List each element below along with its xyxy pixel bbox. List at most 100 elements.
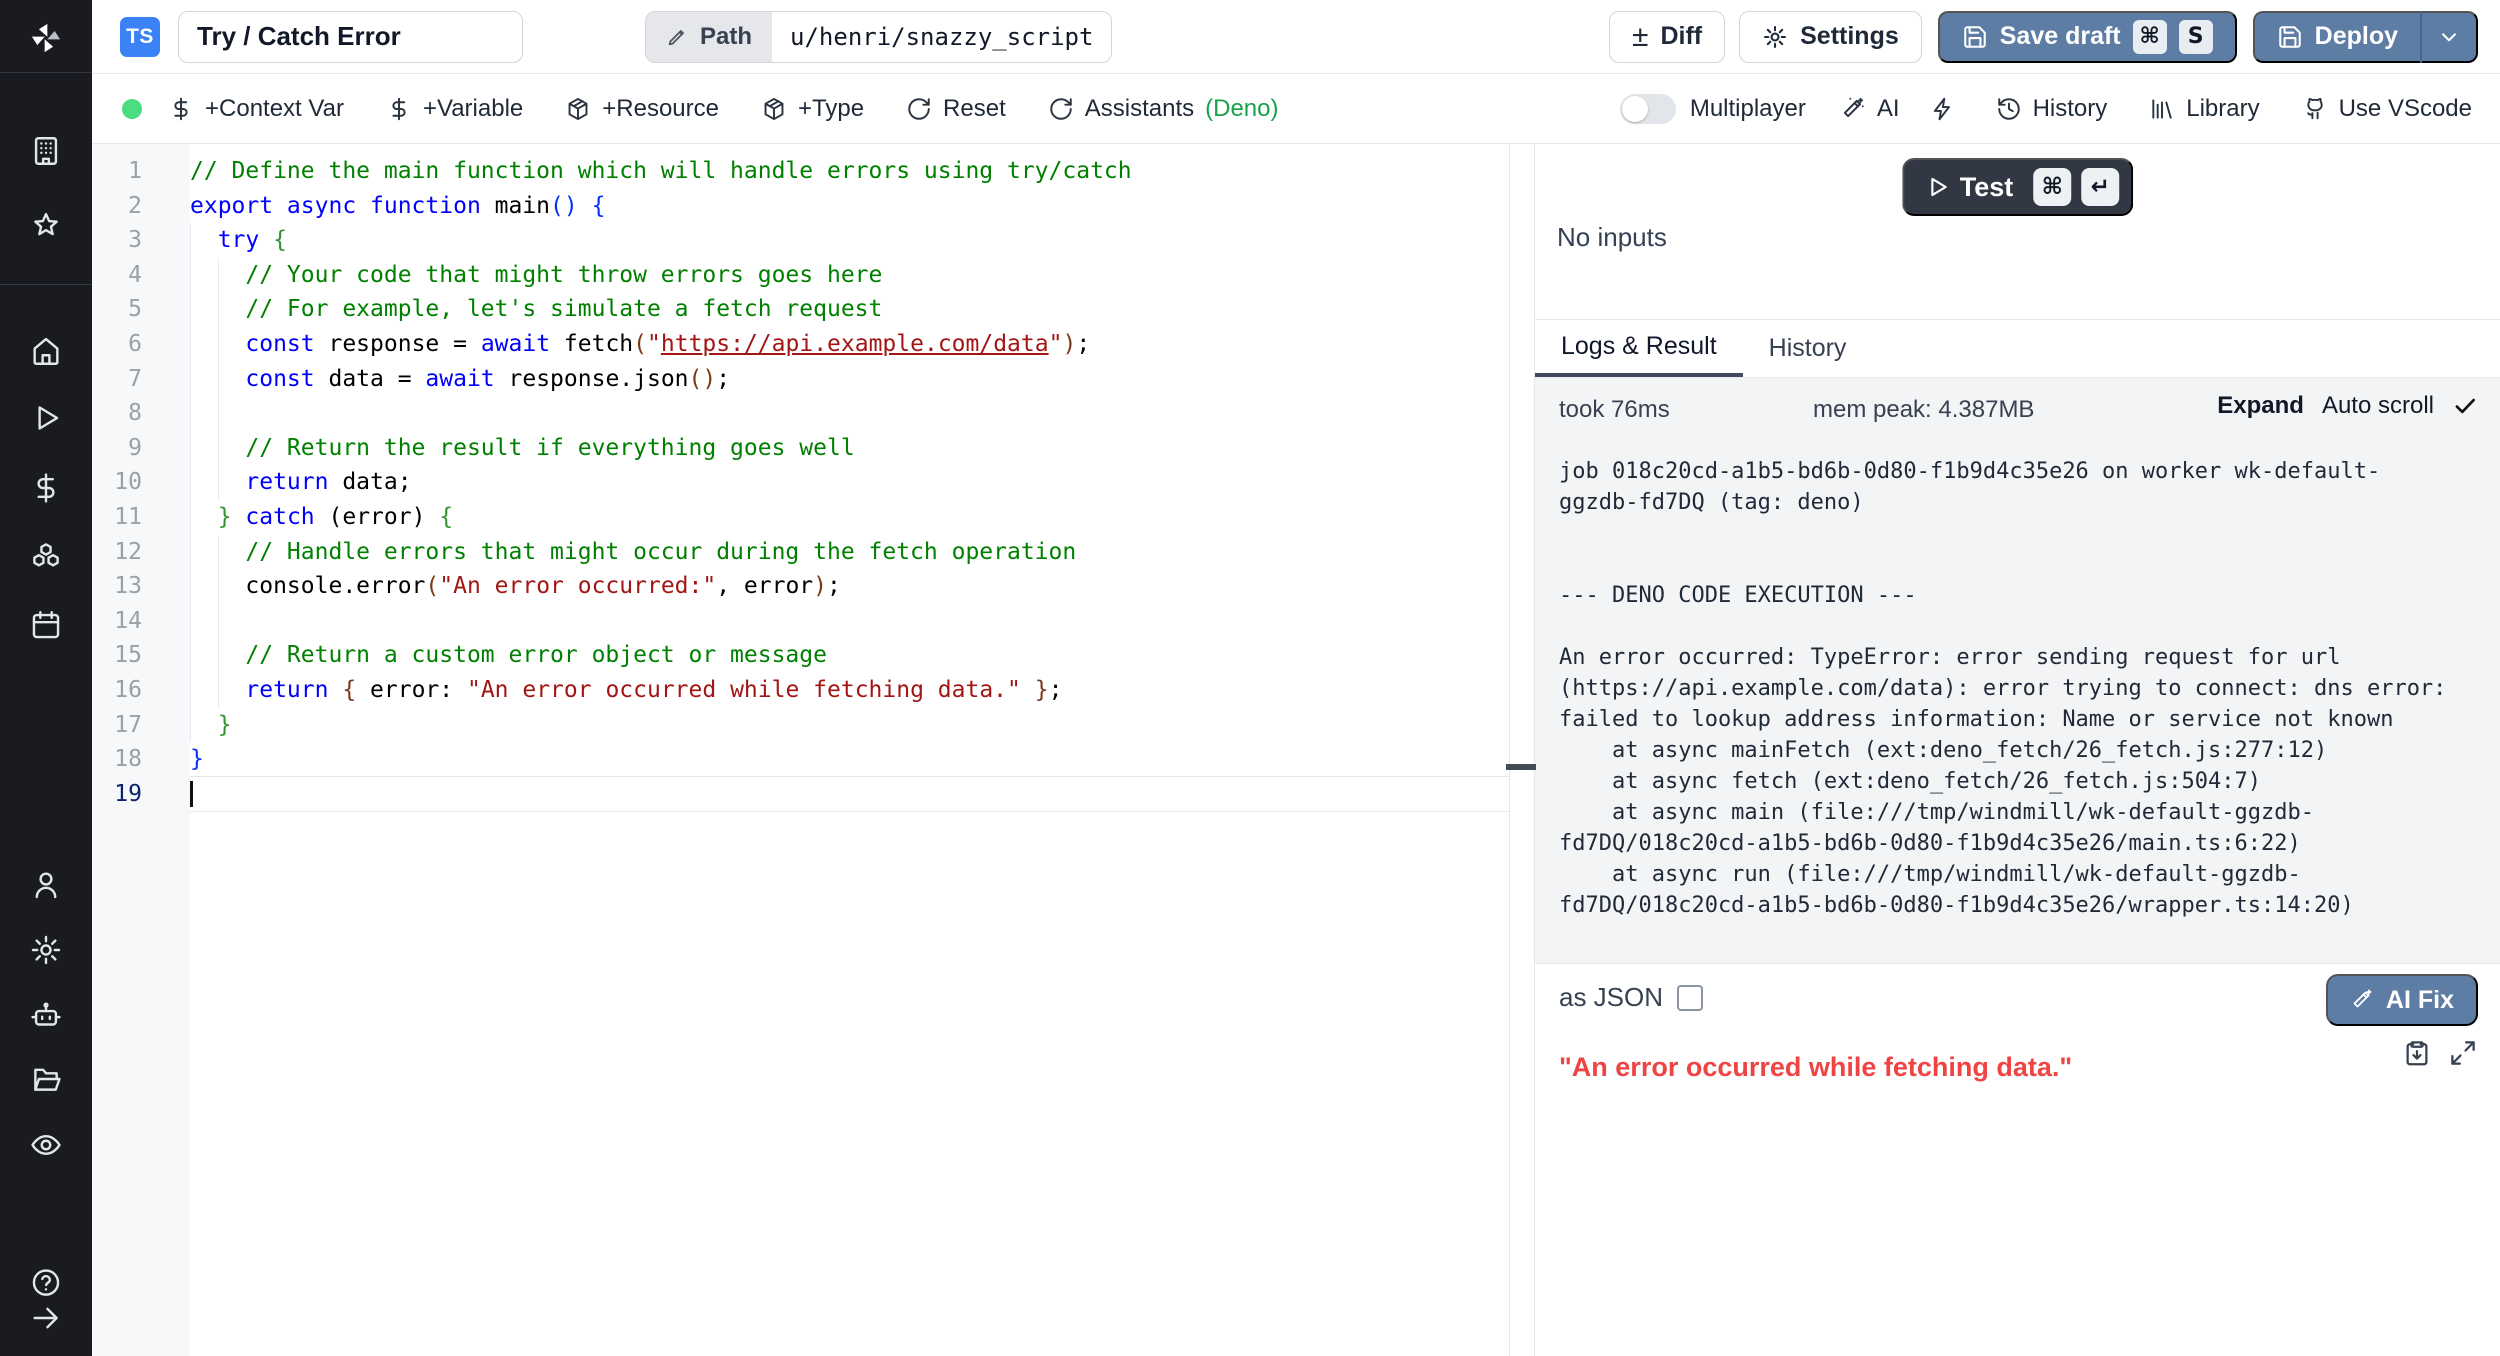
copy-clipboard-icon[interactable] <box>2402 1038 2432 1068</box>
run-header: Test ⌘ ↵ No inputs <box>1535 144 2500 320</box>
lightning-button[interactable] <box>1930 96 1956 122</box>
no-inputs-text: No inputs <box>1557 222 1667 253</box>
line-number: 13 <box>92 569 190 604</box>
runs-play-icon[interactable] <box>28 400 64 436</box>
expand-logs-button[interactable]: Expand <box>2217 392 2304 420</box>
line-number: 10 <box>92 465 190 500</box>
favorites-star-icon[interactable] <box>28 208 64 244</box>
dollar-icon <box>168 96 194 122</box>
tab-logs-result[interactable]: Logs & Result <box>1535 320 1743 377</box>
help-icon[interactable] <box>28 1266 64 1302</box>
line-number: 3 <box>92 223 190 258</box>
save-draft-label: Save draft <box>2000 22 2121 51</box>
code-line[interactable]: try { <box>190 223 1509 258</box>
workspace-building-icon[interactable] <box>28 133 64 169</box>
add-context-var-button[interactable]: +Context Var <box>168 95 344 123</box>
library-button[interactable]: Library <box>2149 95 2259 123</box>
audit-eye-icon[interactable] <box>28 1127 64 1163</box>
settings-button[interactable]: Settings <box>1739 11 1922 63</box>
package-icon <box>761 96 787 122</box>
code-line[interactable] <box>190 396 1509 431</box>
line-number: 12 <box>92 535 190 570</box>
code-line[interactable]: // Return a custom error object or messa… <box>190 638 1509 673</box>
history-clock-icon <box>1996 96 2022 122</box>
script-title-input[interactable]: Try / Catch Error <box>178 11 523 63</box>
code-line[interactable]: } <box>190 742 1509 777</box>
auto-scroll-toggle[interactable]: Auto scroll <box>2322 392 2434 420</box>
test-label: Test <box>1960 172 2014 203</box>
path-field[interactable]: Path u/henri/snazzy_script <box>645 11 1112 63</box>
path-value[interactable]: u/henri/snazzy_script <box>772 12 1111 62</box>
chevron-down-icon[interactable] <box>2436 24 2462 50</box>
workers-robot-icon[interactable] <box>28 998 64 1034</box>
windmill-script-editor: TS Try / Catch Error Path u/henri/snazzy… <box>0 0 2500 1356</box>
save-icon <box>1962 24 1988 50</box>
folders-icon[interactable] <box>28 1061 64 1097</box>
deploy-button[interactable]: Deploy <box>2253 11 2478 63</box>
wand-sparkles-icon <box>2350 988 2374 1012</box>
schedules-calendar-icon[interactable] <box>28 607 64 643</box>
code-line[interactable]: } catch (error) { <box>190 500 1509 535</box>
top-bar: TS Try / Catch Error Path u/henri/snazzy… <box>92 0 2500 74</box>
save-draft-button[interactable]: Save draft ⌘ S <box>1938 11 2237 63</box>
code-line[interactable]: // Return the result if everything goes … <box>190 431 1509 466</box>
user-icon[interactable] <box>28 867 64 903</box>
maximize-icon[interactable] <box>2448 1038 2478 1068</box>
tab-history[interactable]: History <box>1743 320 1873 377</box>
wand-sparkles-icon <box>1840 96 1866 122</box>
assistants-button[interactable]: Assistants (Deno) <box>1048 95 1279 123</box>
code-editor[interactable]: 12345678910111213141516171819 // Define … <box>92 144 1510 1356</box>
typescript-badge: TS <box>120 17 160 57</box>
check-icon[interactable] <box>2452 393 2478 419</box>
gear-icon <box>1762 24 1788 50</box>
settings-gear-icon[interactable] <box>28 932 64 968</box>
expand-sidebar-arrow-icon[interactable] <box>28 1300 64 1336</box>
code-line[interactable]: // Your code that might throw errors goe… <box>190 258 1509 293</box>
add-resource-button[interactable]: +Resource <box>565 95 719 123</box>
multiplayer-label[interactable]: Multiplayer <box>1690 95 1806 123</box>
ai-button[interactable]: AI <box>1840 95 1900 123</box>
log-output: job 018c20cd-a1b5-bd6b-0d80-f1b9d4c35e26… <box>1559 456 2480 921</box>
reset-button[interactable]: Reset <box>906 95 1006 123</box>
code-line[interactable] <box>190 777 1509 812</box>
zap-icon <box>1930 96 1956 122</box>
resources-boxes-icon[interactable] <box>28 538 64 574</box>
path-label: Path <box>700 23 752 51</box>
content-row: 12345678910111213141516171819 // Define … <box>92 144 2500 1356</box>
diff-button[interactable]: ± Diff <box>1609 11 1725 63</box>
as-json-checkbox[interactable] <box>1677 985 1703 1011</box>
path-label-segment: Path <box>646 12 772 62</box>
code-line[interactable]: const response = await fetch("https://ap… <box>190 327 1509 362</box>
home-icon[interactable] <box>28 333 64 369</box>
code-line[interactable]: return data; <box>190 465 1509 500</box>
code-line[interactable]: // Handle errors that might occur during… <box>190 535 1509 570</box>
line-number: 11 <box>92 500 190 535</box>
code-area[interactable]: // Define the main function which will h… <box>190 144 1509 1356</box>
code-line[interactable] <box>190 604 1509 639</box>
run-panel: Test ⌘ ↵ No inputs Logs & Result History… <box>1535 144 2500 1356</box>
code-line[interactable]: } <box>190 708 1509 743</box>
rotate-icon <box>1048 96 1074 122</box>
test-button[interactable]: Test ⌘ ↵ <box>1902 158 2134 216</box>
code-line[interactable]: console.error("An error occurred:", erro… <box>190 569 1509 604</box>
ai-fix-button[interactable]: AI Fix <box>2326 974 2478 1026</box>
code-line[interactable]: export async function main() { <box>190 189 1509 224</box>
history-button[interactable]: History <box>1996 95 2108 123</box>
panel-splitter[interactable] <box>1510 144 1535 1356</box>
code-line[interactable]: // For example, let's simulate a fetch r… <box>190 292 1509 327</box>
line-number: 4 <box>92 258 190 293</box>
add-variable-button[interactable]: +Variable <box>386 95 523 123</box>
sidebar-divider <box>0 72 92 73</box>
line-number: 5 <box>92 292 190 327</box>
code-line[interactable]: const data = await response.json(); <box>190 362 1509 397</box>
diff-label: Diff <box>1660 22 1702 51</box>
use-vscode-button[interactable]: Use VScode <box>2302 95 2472 123</box>
add-type-button[interactable]: +Type <box>761 95 864 123</box>
code-line[interactable]: return { error: "An error occurred while… <box>190 673 1509 708</box>
multiplayer-toggle[interactable] <box>1620 94 1676 124</box>
main-area: TS Try / Catch Error Path u/henri/snazzy… <box>92 0 2500 1356</box>
windmill-logo-icon[interactable] <box>28 20 64 56</box>
variables-dollar-icon[interactable] <box>28 470 64 506</box>
line-number: 17 <box>92 708 190 743</box>
code-line[interactable]: // Define the main function which will h… <box>190 154 1509 189</box>
